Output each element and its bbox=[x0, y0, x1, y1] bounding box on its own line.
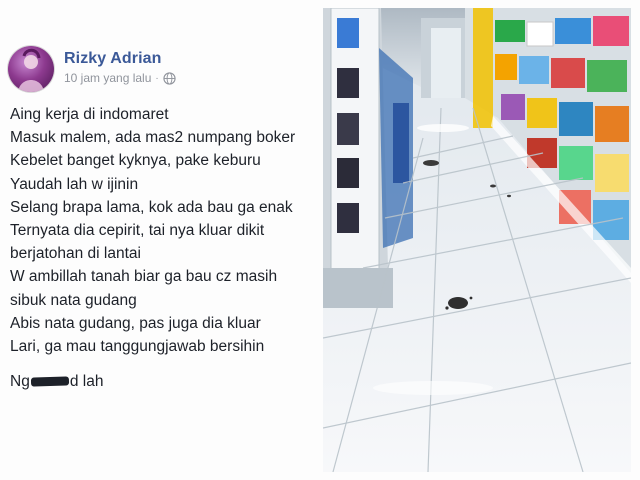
post-line: Ternyata dia cepirit, tai nya kluar diki… bbox=[10, 222, 265, 240]
post-line: berjatohan di lantai bbox=[10, 245, 141, 263]
post-line: Selang brapa lama, kok ada bau ga enak bbox=[10, 198, 293, 216]
globe-icon[interactable] bbox=[163, 71, 176, 85]
post-meta: 10 jam yang lalu · bbox=[64, 71, 176, 85]
post-last-line: Ng d lah bbox=[10, 373, 103, 391]
post-line: sibuk nata gudang bbox=[10, 291, 137, 309]
post-line: Aing kerja di indomaret bbox=[10, 106, 169, 123]
meta-separator: · bbox=[155, 72, 159, 84]
post-photo[interactable] bbox=[323, 8, 631, 472]
post-line: Kebelet banget kyknya, pake keburu bbox=[10, 152, 261, 170]
post-timestamp[interactable]: 10 jam yang lalu bbox=[64, 71, 151, 85]
store-aisle-photo bbox=[323, 8, 631, 472]
author-name[interactable]: Rizky Adrian bbox=[64, 50, 162, 68]
post-card: Rizky Adrian 10 jam yang lalu · Aing ker… bbox=[0, 0, 640, 480]
last-line-prefix: Ng bbox=[10, 373, 30, 390]
post-line: Yaudah lah w ijinin bbox=[10, 175, 139, 193]
post-line: Lari, ga mau tanggungjawab bersihin bbox=[10, 338, 265, 356]
post-line: W ambillah tanah biar ga bau cz masih bbox=[10, 268, 278, 286]
post-body: Aing kerja di indomaret Masuk malem, ada… bbox=[10, 103, 315, 358]
author-avatar[interactable] bbox=[8, 46, 54, 92]
post-line: Masuk malem, ada mas2 numpang boker bbox=[10, 129, 296, 147]
censor-scribble bbox=[30, 376, 69, 388]
last-line-suffix: d lah bbox=[69, 373, 104, 390]
avatar-figure bbox=[18, 48, 44, 92]
post-line: Abis nata gudang, pas juga dia kluar bbox=[10, 314, 261, 332]
